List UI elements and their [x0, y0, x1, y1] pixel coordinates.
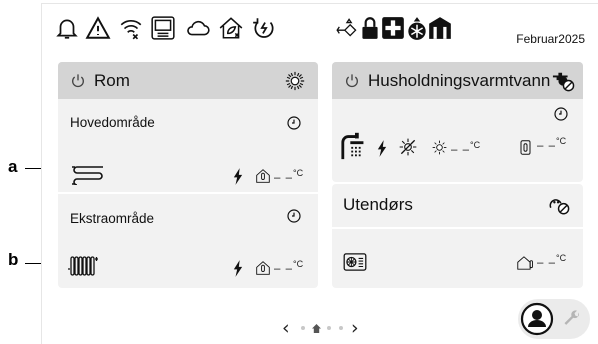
room-card-header[interactable]: Rom	[58, 62, 318, 99]
dhw-card-header[interactable]: Husholdningsvarmtvann	[332, 62, 583, 99]
dhw-temp-left: – –°C	[451, 140, 481, 156]
outdoor-thermometer-icon	[517, 256, 533, 270]
wrench-icon[interactable]	[562, 309, 582, 329]
power-icon[interactable]	[70, 73, 86, 89]
prev-page-button[interactable]: ‹	[282, 317, 290, 339]
underfloor-heating-icon	[72, 166, 103, 185]
zone-main-label[interactable]: Hovedområde	[70, 115, 155, 130]
zone-extra-temp: – –°C	[274, 259, 304, 275]
user-settings-button[interactable]	[518, 299, 590, 339]
building-icon[interactable]	[426, 14, 454, 42]
heating-bolt-icon	[233, 168, 243, 185]
sun-icon	[285, 71, 305, 91]
device-screen: Februar2025 Rom Hovedområde – –°C Ekstra…	[41, 3, 598, 344]
date-display: Februar2025	[516, 32, 585, 46]
page-dot[interactable]	[327, 326, 331, 330]
cloud-icon[interactable]	[184, 14, 212, 42]
schedule-clock-icon[interactable]	[286, 208, 302, 224]
callout-a: a	[8, 157, 18, 176]
dhw-card-title: Husholdningsvarmtvann	[368, 71, 551, 90]
sun-icon	[432, 140, 447, 155]
outdoor-unit-off-icon	[549, 199, 570, 215]
next-page-button[interactable]: ›	[351, 317, 359, 339]
room-card-title: Rom	[94, 71, 130, 90]
zone-divider	[58, 192, 318, 194]
outdoor-divider	[332, 227, 583, 229]
outdoor-temp: – –°C	[537, 253, 567, 269]
home-page-icon[interactable]	[312, 324, 321, 333]
shower-tank-icon	[341, 132, 364, 160]
bell-icon[interactable]	[53, 14, 81, 42]
outdoor-unit-icon	[343, 253, 367, 271]
power-mode-icon[interactable]	[250, 14, 278, 42]
heating-bolt-icon	[233, 260, 243, 277]
room-card[interactable]: Rom Hovedområde – –°C Ekstraområde – –°C	[58, 62, 318, 288]
wifi-off-icon[interactable]	[117, 14, 145, 42]
eco-house-off-icon[interactable]	[217, 14, 245, 42]
dhw-temp-right: – –°C	[537, 136, 567, 152]
heating-bolt-icon	[377, 140, 387, 157]
callout-b: b	[8, 250, 19, 269]
status-bar: Februar2025	[42, 4, 598, 54]
page-dot[interactable]	[339, 326, 343, 330]
zone-main-temp: – –°C	[274, 168, 304, 184]
indoor-thermometer-icon	[256, 261, 270, 275]
power-icon[interactable]	[344, 73, 360, 89]
indoor-thermometer-icon	[256, 169, 270, 183]
schedule-clock-icon[interactable]	[553, 106, 569, 122]
solar-off-icon	[399, 138, 417, 156]
outdoor-card-title: Utendørs	[343, 195, 413, 214]
zone-extra-label[interactable]: Ekstraområde	[70, 211, 154, 226]
tap-off-icon	[552, 72, 575, 92]
router-icon[interactable]	[149, 14, 177, 42]
page-navigation: ‹ ›	[282, 317, 382, 339]
warning-icon[interactable]	[84, 14, 112, 42]
tank-thermometer-icon	[520, 140, 531, 155]
outdoor-card[interactable]: Utendørs – –°C	[332, 184, 583, 288]
schedule-clock-icon[interactable]	[286, 115, 302, 131]
dhw-card[interactable]: Husholdningsvarmtvann – –°C – –°C	[332, 62, 583, 182]
user-icon[interactable]	[520, 302, 554, 336]
radiator-icon	[68, 256, 98, 276]
page-dot[interactable]	[301, 326, 305, 330]
